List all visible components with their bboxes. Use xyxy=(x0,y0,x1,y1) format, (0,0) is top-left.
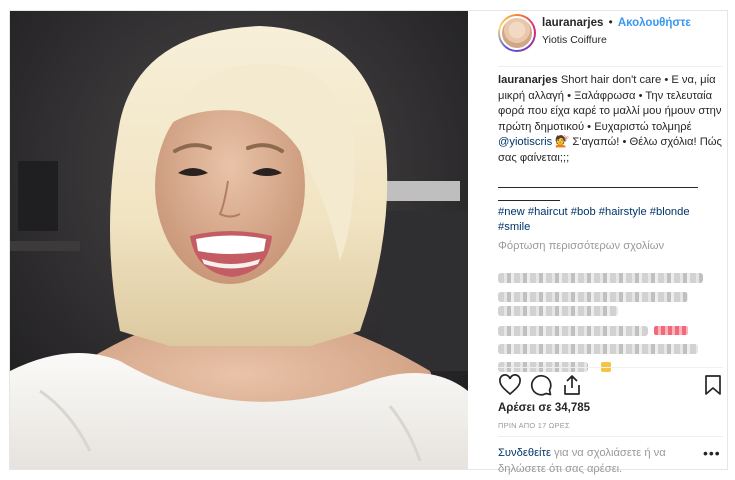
blurred-comment xyxy=(498,292,688,302)
comment-footer: Συνδεθείτε για να σχολιάσετε ή να δηλώσε… xyxy=(498,436,723,475)
avatar[interactable] xyxy=(500,16,534,50)
post-header: lauranarjes • Ακολουθήστε Yiotis Coiffur… xyxy=(498,11,723,67)
caption-divider-long xyxy=(498,187,698,188)
hashtag-haircut[interactable]: #haircut xyxy=(528,206,568,218)
load-more-comments[interactable]: Φόρτωση περισσότερων σχολίων xyxy=(498,240,664,252)
hashtag-blonde[interactable]: #blonde xyxy=(650,206,690,218)
login-prompt: Συνδεθείτε για να σχολιάσετε ή να δηλώσε… xyxy=(498,446,698,477)
follow-button[interactable]: Ακολουθήστε xyxy=(618,17,691,29)
username-link[interactable]: lauranarjes xyxy=(542,17,603,29)
login-link[interactable]: Συνδεθείτε xyxy=(498,447,551,459)
hashtag-new[interactable]: #new xyxy=(498,206,525,218)
bookmark-icon[interactable] xyxy=(701,373,725,397)
hashtag-smile[interactable]: #smile xyxy=(498,221,530,233)
like-count[interactable]: Αρέσει σε 34,785 xyxy=(498,402,590,414)
blurred-emoji xyxy=(654,326,688,335)
post-timestamp[interactable]: ΠΡΙΝ ΑΠΟ 17 ΩΡΕΣ xyxy=(498,421,570,430)
heart-icon[interactable] xyxy=(498,373,522,397)
share-icon[interactable] xyxy=(560,373,584,397)
caption-mention[interactable]: @yiotiscris xyxy=(498,136,552,148)
hashtag-hairstyle[interactable]: #hairstyle xyxy=(599,206,647,218)
more-options-icon[interactable]: ••• xyxy=(703,446,721,460)
hashtag-bob[interactable]: #bob xyxy=(571,206,596,218)
story-ring[interactable] xyxy=(498,14,536,52)
blurred-comment xyxy=(498,326,648,336)
header-separator: • xyxy=(608,17,613,29)
caption: lauranarjes Short hair don't care • Ε να… xyxy=(498,73,722,166)
caption-divider-short xyxy=(498,200,560,201)
blurred-comment xyxy=(498,273,703,283)
portrait-image xyxy=(10,11,468,469)
caption-username[interactable]: lauranarjes xyxy=(498,74,558,86)
comment-icon[interactable] xyxy=(529,373,553,397)
hashtag-list: #new #haircut #bob #hairstyle #blonde #s… xyxy=(498,205,722,235)
blurred-comment xyxy=(498,306,618,316)
location-link[interactable]: Yiotis Coiffure xyxy=(542,34,607,46)
post-photo[interactable] xyxy=(10,11,468,469)
action-bar xyxy=(498,367,723,403)
instagram-post: lauranarjes • Ακολουθήστε Yiotis Coiffur… xyxy=(9,10,728,475)
blurred-comment xyxy=(498,344,698,354)
post-side-panel: lauranarjes • Ακολουθήστε Yiotis Coiffur… xyxy=(476,11,728,475)
header-line: lauranarjes • Ακολουθήστε xyxy=(542,16,691,31)
